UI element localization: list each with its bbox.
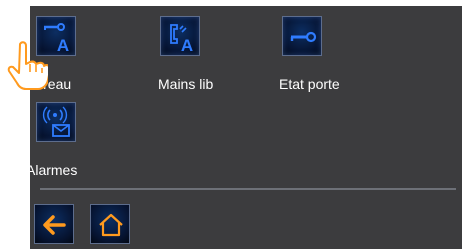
etat-porte-button[interactable] xyxy=(282,16,322,56)
mains-lib-button[interactable]: A xyxy=(160,16,200,56)
alarmes-button[interactable] xyxy=(36,102,76,142)
mains-lib-label: Mains lib xyxy=(158,76,214,92)
back-arrow-icon xyxy=(43,215,66,235)
home-icon xyxy=(99,213,123,237)
divider xyxy=(40,188,456,190)
screen: A Bureau A Mains lib Etat porte Alarmes xyxy=(26,6,462,249)
back-button[interactable] xyxy=(34,204,74,244)
handset-a-icon: A xyxy=(170,24,193,55)
etat-porte-label: Etat porte xyxy=(279,76,340,92)
tile-alarmes[interactable] xyxy=(36,102,76,142)
tile-mains-lib[interactable]: A xyxy=(160,16,200,56)
svg-text:A: A xyxy=(181,36,193,55)
alarmes-label: Alarmes xyxy=(26,162,78,178)
home-button[interactable] xyxy=(90,204,130,244)
svg-text:A: A xyxy=(57,36,69,55)
touch-hand-icon xyxy=(0,38,51,95)
tile-etat-porte[interactable] xyxy=(282,16,322,56)
key-icon xyxy=(290,31,317,43)
alarm-mail-icon xyxy=(42,106,70,137)
